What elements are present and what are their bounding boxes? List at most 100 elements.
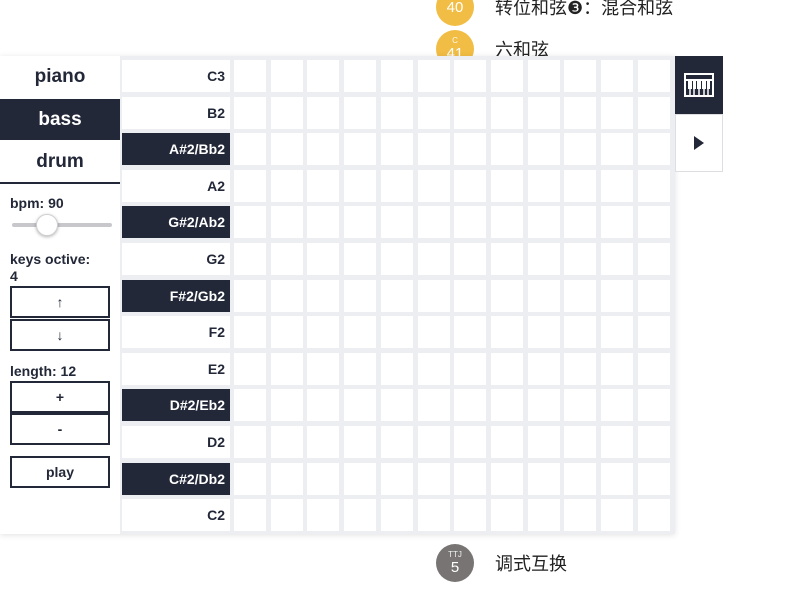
note-cell[interactable] bbox=[601, 97, 633, 129]
piano-keyboard-icon[interactable] bbox=[675, 56, 723, 114]
note-cell[interactable] bbox=[601, 316, 633, 348]
note-cell[interactable] bbox=[454, 499, 486, 531]
note-cell[interactable] bbox=[601, 133, 633, 165]
note-cell[interactable] bbox=[638, 170, 670, 202]
instrument-piano-button[interactable]: piano bbox=[0, 56, 120, 97]
note-cell[interactable] bbox=[234, 316, 266, 348]
instrument-drum-button[interactable]: drum bbox=[0, 141, 120, 182]
note-cell[interactable] bbox=[234, 463, 266, 495]
note-cell[interactable] bbox=[564, 463, 596, 495]
play-button[interactable]: play bbox=[10, 456, 110, 488]
note-cell[interactable] bbox=[418, 60, 450, 92]
note-cell[interactable] bbox=[454, 133, 486, 165]
note-cell[interactable] bbox=[307, 170, 339, 202]
note-cell[interactable] bbox=[418, 316, 450, 348]
play-triangle-icon[interactable] bbox=[675, 114, 723, 172]
note-cell[interactable] bbox=[454, 389, 486, 421]
note-cell[interactable] bbox=[491, 463, 523, 495]
note-cell[interactable] bbox=[638, 97, 670, 129]
note-cell[interactable] bbox=[491, 206, 523, 238]
note-cell[interactable] bbox=[344, 97, 376, 129]
note-cell[interactable] bbox=[381, 170, 413, 202]
note-cell[interactable] bbox=[271, 97, 303, 129]
note-cell[interactable] bbox=[454, 426, 486, 458]
note-cell[interactable] bbox=[381, 426, 413, 458]
note-cell[interactable] bbox=[271, 243, 303, 275]
octave-down-button[interactable]: ↓ bbox=[10, 319, 110, 351]
note-cell[interactable] bbox=[381, 243, 413, 275]
note-cell[interactable] bbox=[271, 463, 303, 495]
note-cell[interactable] bbox=[344, 499, 376, 531]
note-cell[interactable] bbox=[601, 499, 633, 531]
note-cell[interactable] bbox=[234, 280, 266, 312]
note-cell[interactable] bbox=[271, 280, 303, 312]
note-cell[interactable] bbox=[491, 97, 523, 129]
note-cell[interactable] bbox=[271, 499, 303, 531]
note-cell[interactable] bbox=[454, 243, 486, 275]
note-cell[interactable] bbox=[271, 426, 303, 458]
note-cell[interactable] bbox=[454, 280, 486, 312]
note-cell[interactable] bbox=[601, 170, 633, 202]
note-cell[interactable] bbox=[528, 97, 560, 129]
note-cell[interactable] bbox=[344, 316, 376, 348]
note-cell[interactable] bbox=[601, 426, 633, 458]
note-cell[interactable] bbox=[381, 97, 413, 129]
note-cell[interactable] bbox=[307, 280, 339, 312]
note-cell[interactable] bbox=[601, 243, 633, 275]
note-cell[interactable] bbox=[564, 60, 596, 92]
note-cell[interactable] bbox=[601, 463, 633, 495]
note-cell[interactable] bbox=[307, 97, 339, 129]
note-cell[interactable] bbox=[491, 499, 523, 531]
note-cell[interactable] bbox=[307, 206, 339, 238]
note-cell[interactable] bbox=[344, 389, 376, 421]
note-cell[interactable] bbox=[528, 389, 560, 421]
note-cell[interactable] bbox=[638, 316, 670, 348]
note-cell[interactable] bbox=[344, 426, 376, 458]
note-cell[interactable] bbox=[381, 133, 413, 165]
note-cell[interactable] bbox=[454, 353, 486, 385]
note-cell[interactable] bbox=[307, 316, 339, 348]
note-cell[interactable] bbox=[638, 463, 670, 495]
note-cell[interactable] bbox=[491, 170, 523, 202]
note-cell[interactable] bbox=[528, 499, 560, 531]
note-cell[interactable] bbox=[491, 426, 523, 458]
note-cell[interactable] bbox=[418, 426, 450, 458]
note-cell[interactable] bbox=[564, 316, 596, 348]
note-cell[interactable] bbox=[528, 133, 560, 165]
note-cell[interactable] bbox=[528, 170, 560, 202]
note-cell[interactable] bbox=[344, 353, 376, 385]
note-cell[interactable] bbox=[344, 463, 376, 495]
note-cell[interactable] bbox=[564, 499, 596, 531]
note-cell[interactable] bbox=[381, 206, 413, 238]
note-cell[interactable] bbox=[528, 243, 560, 275]
note-cell[interactable] bbox=[418, 97, 450, 129]
note-cell[interactable] bbox=[418, 499, 450, 531]
note-cell[interactable] bbox=[381, 499, 413, 531]
note-cell[interactable] bbox=[491, 316, 523, 348]
note-cell[interactable] bbox=[381, 353, 413, 385]
note-cell[interactable] bbox=[528, 280, 560, 312]
note-cell[interactable] bbox=[418, 389, 450, 421]
note-cell[interactable] bbox=[638, 389, 670, 421]
note-cell[interactable] bbox=[344, 243, 376, 275]
note-cell[interactable] bbox=[528, 316, 560, 348]
note-cell[interactable] bbox=[454, 463, 486, 495]
note-cell[interactable] bbox=[638, 243, 670, 275]
note-cell[interactable] bbox=[638, 60, 670, 92]
note-cell[interactable] bbox=[601, 353, 633, 385]
note-cell[interactable] bbox=[271, 60, 303, 92]
note-cell[interactable] bbox=[307, 60, 339, 92]
note-cell[interactable] bbox=[271, 170, 303, 202]
note-cell[interactable] bbox=[564, 206, 596, 238]
note-cell[interactable] bbox=[234, 206, 266, 238]
note-cell[interactable] bbox=[344, 280, 376, 312]
note-cell[interactable] bbox=[381, 280, 413, 312]
bpm-slider-thumb[interactable] bbox=[36, 214, 58, 236]
note-cell[interactable] bbox=[564, 97, 596, 129]
note-cell[interactable] bbox=[564, 243, 596, 275]
note-cell[interactable] bbox=[601, 280, 633, 312]
note-cell[interactable] bbox=[307, 353, 339, 385]
note-cell[interactable] bbox=[418, 243, 450, 275]
note-cell[interactable] bbox=[454, 316, 486, 348]
note-cell[interactable] bbox=[418, 463, 450, 495]
